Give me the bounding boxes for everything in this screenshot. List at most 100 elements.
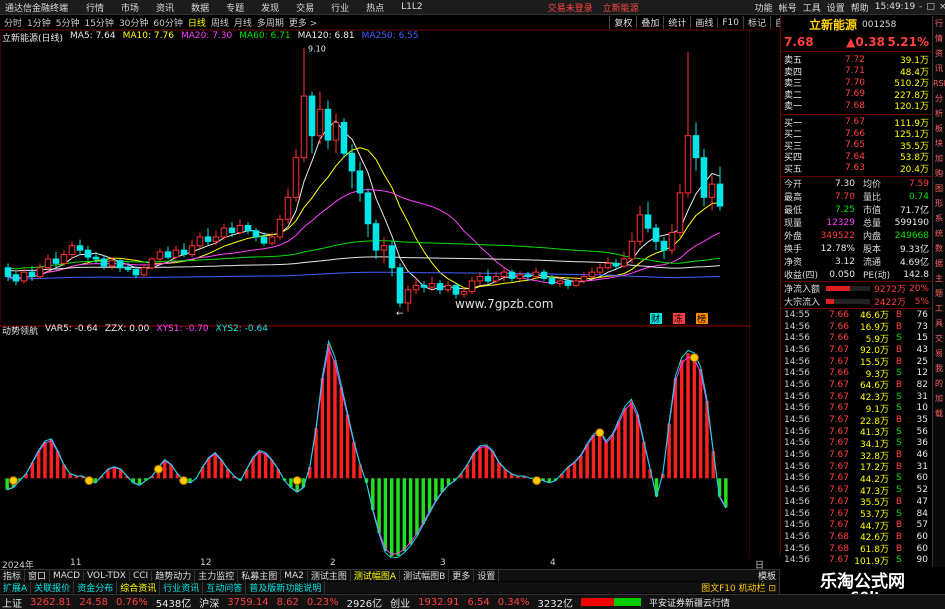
menu-item-quote[interactable]: 行情: [86, 1, 104, 14]
btn-restore-rights[interactable]: 复权: [609, 16, 636, 29]
sidebar-item[interactable]: 题: [933, 286, 945, 301]
period-30min[interactable]: 30分钟: [119, 16, 148, 29]
period-more[interactable]: 更多 >: [289, 16, 317, 29]
candle-body: [156, 251, 164, 260]
period-daily[interactable]: 日线: [188, 16, 206, 29]
sidebar-item[interactable]: 交: [933, 331, 945, 346]
sidebar-item[interactable]: 据: [933, 256, 945, 271]
tick-row: 14:56 7.67 64.6万 B 82: [781, 379, 932, 392]
candle-body: [268, 236, 276, 244]
sidebar-item[interactable]: 析: [933, 106, 945, 121]
btn-draw[interactable]: 画线: [690, 16, 717, 29]
sidebar-item[interactable]: 的: [933, 376, 945, 391]
high-annotation: 9.10: [308, 45, 326, 54]
menu-item-discover[interactable]: 发现: [261, 1, 279, 14]
ask-row[interactable]: 卖一 7.68 120.1万: [781, 100, 932, 113]
btn-mark[interactable]: 标记: [743, 16, 770, 29]
period-15min[interactable]: 15分钟: [84, 16, 113, 29]
maximize-button[interactable]: □: [926, 2, 935, 12]
menu-item-l1l2[interactable]: L1L2: [401, 2, 422, 12]
sidebar-item[interactable]: 加: [933, 151, 945, 166]
tick-list[interactable]: 14:55 7.66 46.6万 B 76 14:56 7.66 16.9万 B 73 14:56 7…: [781, 309, 932, 567]
menu-settings[interactable]: 设置: [827, 1, 845, 14]
sidebar-item[interactable]: 载: [933, 406, 945, 421]
stat-label: 现量: [784, 219, 803, 229]
info-tab[interactable]: 关联报价: [31, 581, 75, 594]
btn-overlay[interactable]: 叠加: [636, 16, 663, 29]
sidebar-item[interactable]: 主: [933, 271, 945, 286]
tick-time: 14:56: [784, 508, 810, 519]
close-button[interactable]: ×: [939, 2, 945, 12]
btn-f10[interactable]: F10: [717, 17, 743, 28]
period-weekly[interactable]: 周线: [211, 16, 229, 29]
sidebar-item[interactable]: 工: [933, 301, 945, 316]
indicator-tab[interactable]: 测试幅图A: [351, 569, 401, 582]
sidebar-item[interactable]: 行: [933, 16, 945, 31]
stat-row: 净资 3.12 流通 4.69亿: [781, 255, 932, 269]
stock-link[interactable]: 立新能源: [603, 1, 639, 14]
info-tab[interactable]: 普及版新功能说明: [246, 581, 326, 594]
menu-tools[interactable]: 工具: [803, 1, 821, 14]
period-monthly[interactable]: 月线: [234, 16, 252, 29]
flow-block: 净流入额 9272万 20% 大宗流入 2422万 5%: [781, 282, 932, 309]
sidebar-item[interactable]: 我: [933, 361, 945, 376]
period-1min[interactable]: 1分钟: [27, 16, 51, 29]
sidebar-item[interactable]: 统: [933, 226, 945, 241]
indicator-tab[interactable]: 设置: [474, 569, 500, 582]
period-60min[interactable]: 60分钟: [153, 16, 182, 29]
sidebar-item[interactable]: 讯: [933, 61, 945, 76]
stat-label: 收益(四): [784, 271, 819, 281]
sidebar-item[interactable]: 图: [933, 181, 945, 196]
sidebar-item[interactable]: 形: [933, 196, 945, 211]
info-tab[interactable]: 资金分布: [74, 581, 118, 594]
sz-label[interactable]: 沪深: [199, 595, 219, 609]
sidebar-item[interactable]: 数: [933, 241, 945, 256]
chart-area[interactable]: 9.008.758.508.258.007.757.507.257.006.75…: [0, 30, 750, 558]
sidebar-item[interactable]: RSI: [933, 76, 945, 91]
menu-function[interactable]: 功能: [755, 1, 773, 14]
period-multi[interactable]: 多周期: [257, 16, 284, 29]
menu-item-hot[interactable]: 热点: [366, 1, 384, 14]
menu-item-news[interactable]: 资讯: [156, 1, 174, 14]
menu-item-data[interactable]: 数据: [191, 1, 209, 14]
bid-row[interactable]: 买五 7.63 20.4万: [781, 163, 932, 175]
signal-smiley-icon: [595, 428, 605, 438]
sidebar-item[interactable]: 资: [933, 46, 945, 61]
period-intraday[interactable]: 分时: [4, 16, 22, 29]
menu-item-topic[interactable]: 专题: [226, 1, 244, 14]
info-tab[interactable]: 互动问答: [203, 581, 247, 594]
menu-item-industry[interactable]: 行业: [331, 1, 349, 14]
sidebar-item[interactable]: 具: [933, 316, 945, 331]
sidebar-item[interactable]: 购: [933, 166, 945, 181]
period-5min[interactable]: 5分钟: [56, 16, 80, 29]
sidebar-item[interactable]: 板: [933, 121, 945, 136]
info-tab[interactable]: 行业资讯: [160, 581, 204, 594]
indicator-tab[interactable]: 更多: [449, 569, 475, 582]
sidebar-item[interactable]: 易: [933, 346, 945, 361]
menu-account[interactable]: 帐号: [779, 1, 797, 14]
minimize-button[interactable]: -: [919, 2, 922, 12]
indicator-tab[interactable]: MACD: [50, 570, 85, 581]
indicator-tab[interactable]: 测试幅图B: [400, 569, 450, 582]
sidebar-item[interactable]: 情: [933, 31, 945, 46]
sh-label[interactable]: 上证: [2, 595, 22, 609]
sidebar-item[interactable]: 块: [933, 136, 945, 151]
indicator-tab[interactable]: MA2: [281, 570, 308, 581]
btn-stats[interactable]: 统计: [663, 16, 690, 29]
indicator-tab[interactable]: VOL-TDX: [84, 570, 130, 581]
info-tab[interactable]: 综合资讯: [117, 581, 161, 594]
menu-item-trade[interactable]: 交易: [296, 1, 314, 14]
menu-help[interactable]: 帮助: [851, 1, 869, 14]
sidebar-item[interactable]: 分: [933, 91, 945, 106]
sidebar-item[interactable]: 系: [933, 211, 945, 226]
tick-count: 90: [916, 555, 928, 566]
indicator-name[interactable]: 动势领航: [2, 324, 38, 337]
sidebar-item[interactable]: 加: [933, 391, 945, 406]
menu-item-market[interactable]: 市场: [121, 1, 139, 14]
cy-label[interactable]: 创业: [390, 595, 410, 609]
info-tab[interactable]: 扩展A: [0, 581, 32, 594]
indicator-tab[interactable]: CCI: [130, 570, 153, 581]
f10-panel-toggle[interactable]: 图文F10 机动栏 ⊡: [698, 581, 780, 594]
trade-login-link[interactable]: 交易未登录: [548, 1, 593, 14]
candle-body: [348, 152, 356, 172]
